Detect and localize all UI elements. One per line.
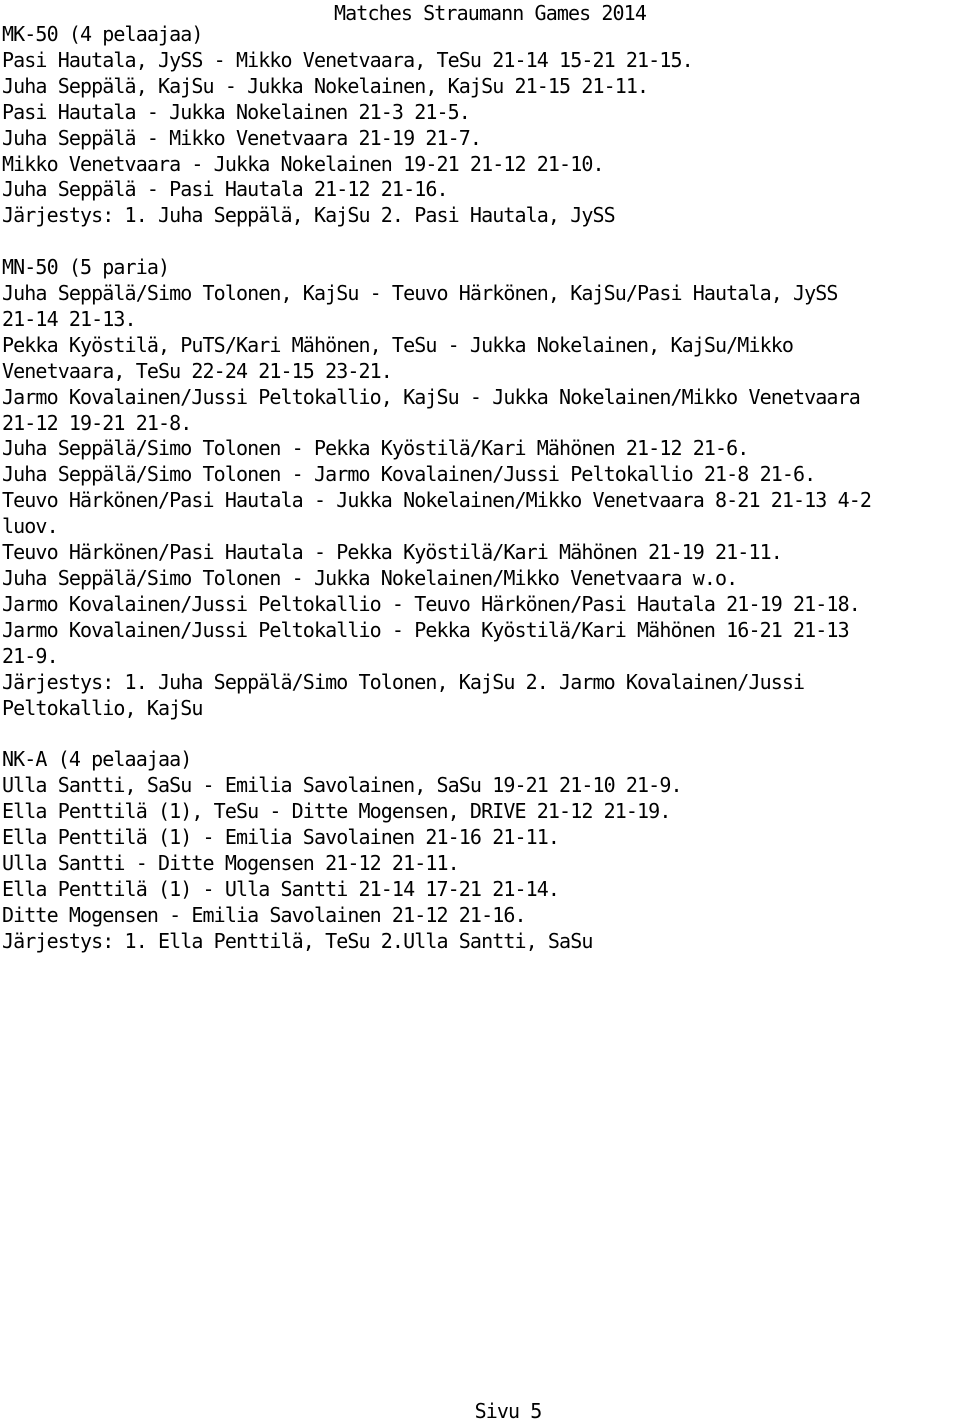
match-result-line: Juha Seppälä/Simo Tolonen - Pekka Kyösti…	[2, 436, 749, 461]
match-result-line: Ella Penttilä (1), TeSu - Ditte Mogensen…	[2, 799, 671, 824]
match-result-line: Ulla Santti, SaSu - Emilia Savolainen, S…	[2, 773, 683, 798]
results-section: NK-A (4 pelaajaa) Ulla Santti, SaSu - Emi…	[2, 747, 960, 954]
match-result-line: Juha Seppälä/Simo Tolonen - Jarmo Kovala…	[2, 462, 816, 487]
match-result-line: Juha Seppälä, KajSu - Jukka Nokelainen, …	[2, 73, 649, 98]
match-result-line: Juha Seppälä - Pasi Hautala 21-12 21-16.	[2, 177, 449, 202]
match-result-line: Jarmo Kovalainen/Jussi Peltokallio - Teu…	[2, 591, 861, 616]
match-result-line: Teuvo Härkönen/Pasi Hautala - Jukka Noke…	[2, 488, 872, 513]
document-title: Matches Straumann Games 2014	[334, 1, 647, 25]
match-result-line: Pasi Hautala, JySS - Mikko Venetvaara, T…	[2, 47, 694, 72]
match-result-line: Venetvaara, TeSu 22-24 21-15 23-21.	[2, 358, 393, 383]
match-result-line: Pekka Kyöstilä, PuTS/Kari Mähönen, TeSu …	[2, 332, 794, 357]
standings-line: Järjestys: 1. Juha Seppälä/Simo Tolonen,…	[2, 669, 805, 694]
match-result-line: 21-9.	[2, 643, 59, 668]
standings-line: Järjestys: 1. Juha Seppälä, KajSu 2. Pas…	[2, 203, 616, 228]
match-result-line: Juha Seppälä - Mikko Venetvaara 21-19 21…	[2, 125, 482, 150]
sections-container: MK-50 (4 pelaajaa) Pasi Hautala, JySS - M…	[2, 22, 960, 955]
standings-line: Järjestys: 1. Ella Penttilä, TeSu 2.Ulla…	[2, 928, 593, 953]
section-heading: MK-50 (4 pelaajaa)	[2, 22, 203, 46]
match-result-line: Peltokallio, KajSu	[2, 695, 203, 720]
match-result-line: Jarmo Kovalainen/Jussi Peltokallio - Pek…	[2, 617, 850, 642]
results-section: MK-50 (4 pelaajaa) Pasi Hautala, JySS - M…	[2, 22, 960, 229]
match-result-line: Pasi Hautala - Jukka Nokelainen 21-3 21-…	[2, 99, 471, 124]
match-result-line: Jarmo Kovalainen/Jussi Peltokallio, KajS…	[2, 384, 861, 409]
match-result-line: 21-12 19-21 21-8.	[2, 410, 192, 435]
match-result-line: 21-14 21-13.	[2, 306, 137, 331]
match-result-line: Juha Seppälä/Simo Tolonen - Jukka Nokela…	[2, 566, 738, 591]
match-result-line: Ditte Mogensen - Emilia Savolainen 21-12…	[2, 902, 527, 927]
match-result-line: Ella Penttilä (1) - Ulla Santti 21-14 17…	[2, 876, 560, 901]
match-result-line: Ulla Santti - Ditte Mogensen 21-12 21-11…	[2, 850, 460, 875]
document-page: Matches Straumann Games 2014 MK-50 (4 pe…	[2, 0, 960, 955]
match-result-line: Juha Seppälä/Simo Tolonen, KajSu - Teuvo…	[2, 281, 838, 306]
section-heading: MN-50 (5 paria)	[2, 255, 170, 280]
section-heading: NK-A (4 pelaajaa)	[2, 747, 192, 772]
match-result-line: Teuvo Härkönen/Pasi Hautala - Pekka Kyös…	[2, 540, 783, 565]
match-result-line: Ella Penttilä (1) - Emilia Savolainen 21…	[2, 825, 560, 850]
page-number: Sivu 5	[474, 1399, 543, 1423]
match-result-line: Mikko Venetvaara - Jukka Nokelainen 19-2…	[2, 151, 605, 176]
results-section: MN-50 (5 paria) Juha Seppälä/Simo Tolonen…	[2, 255, 960, 721]
match-result-line: luov.	[2, 514, 59, 539]
